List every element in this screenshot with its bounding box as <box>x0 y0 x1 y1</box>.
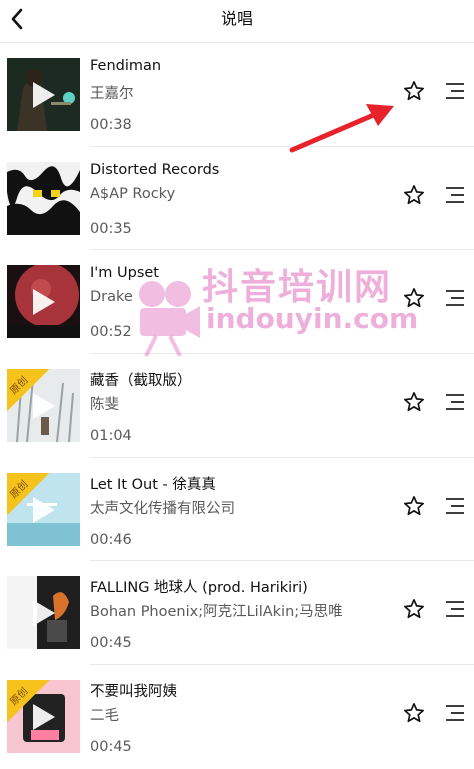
song-row[interactable]: 原创 藏香（截取版） 陈斐 01:04 <box>0 354 474 458</box>
song-title: 不要叫我阿姨 <box>90 684 177 701</box>
header-bar: 说唱 <box>0 0 474 43</box>
favorite-star-icon[interactable] <box>403 391 425 413</box>
song-artist: 王嘉尔 <box>90 86 134 102</box>
song-title: Distorted Records <box>90 161 220 178</box>
cover-thumbnail[interactable] <box>7 576 80 650</box>
song-title: Fendiman <box>90 58 162 74</box>
page-title: 说唱 <box>220 9 253 28</box>
song-row[interactable]: Fendiman 王嘉尔 00:38 <box>0 43 474 147</box>
cover-thumbnail[interactable]: 原创 <box>7 680 80 754</box>
cover-thumbnail[interactable] <box>7 58 80 131</box>
song-row[interactable]: 原创 Let It Out - 徐真真 太声文化传播有限公司 00:46 <box>0 458 474 562</box>
favorite-star-icon[interactable] <box>403 702 425 724</box>
more-list-icon[interactable] <box>444 185 466 205</box>
cover-thumbnail[interactable] <box>7 265 80 339</box>
original-badge: 原创 <box>7 369 51 413</box>
song-duration: 01:04 <box>90 428 132 445</box>
favorite-star-icon[interactable] <box>403 495 425 517</box>
song-duration: 00:46 <box>90 531 132 548</box>
song-artist: 二毛 <box>90 708 119 725</box>
original-badge: 原创 <box>7 472 51 517</box>
favorite-star-icon[interactable] <box>403 184 425 206</box>
more-list-icon[interactable] <box>444 599 466 619</box>
song-artist: 陈斐 <box>90 397 119 414</box>
play-icon <box>33 82 55 108</box>
song-row[interactable]: 原创 不要叫我阿姨 二毛 00:45 <box>0 665 474 769</box>
cover-art <box>7 161 80 235</box>
song-row[interactable]: Distorted Records A$AP Rocky 00:35 <box>0 147 474 251</box>
more-list-icon[interactable] <box>444 288 466 308</box>
more-list-icon[interactable] <box>444 496 466 516</box>
play-icon <box>33 600 55 627</box>
song-row[interactable]: I'm Upset Drake 00:52 <box>0 250 474 354</box>
favorite-star-icon[interactable] <box>403 287 425 309</box>
song-title: I'm Upset <box>90 265 159 282</box>
song-row[interactable]: FALLING 地球人 (prod. Harikiri) Bohan Phoen… <box>0 561 474 665</box>
original-badge: 原创 <box>7 680 51 724</box>
song-duration: 00:45 <box>90 635 132 652</box>
song-artist: 太声文化传播有限公司 <box>90 500 235 517</box>
song-title: 藏香（截取版） <box>90 373 192 390</box>
song-duration: 00:38 <box>90 117 132 133</box>
song-title: Let It Out - 徐真真 <box>90 476 216 493</box>
more-list-icon[interactable] <box>444 392 466 412</box>
more-list-icon[interactable] <box>444 703 466 723</box>
song-artist: Drake <box>90 289 133 306</box>
favorite-star-icon[interactable] <box>403 598 425 620</box>
annotation-arrow-icon <box>289 104 394 153</box>
play-icon <box>33 289 55 316</box>
song-list: Fendiman 王嘉尔 00:38 Distorted Records A$A… <box>0 43 474 769</box>
cover-thumbnail[interactable]: 原创 <box>7 369 80 443</box>
song-artist: Bohan Phoenix;阿克江LilAkin;马思唯 <box>90 604 343 621</box>
song-duration: 00:35 <box>90 220 132 237</box>
song-artist: A$AP Rocky <box>90 185 176 202</box>
more-list-icon[interactable] <box>444 81 466 101</box>
song-duration: 00:45 <box>90 739 132 756</box>
cover-thumbnail[interactable]: 原创 <box>7 472 80 546</box>
favorite-star-icon[interactable] <box>403 80 425 102</box>
cover-thumbnail[interactable] <box>7 161 80 235</box>
song-title: FALLING 地球人 (prod. Harikiri) <box>90 580 308 597</box>
song-duration: 00:52 <box>90 324 132 341</box>
